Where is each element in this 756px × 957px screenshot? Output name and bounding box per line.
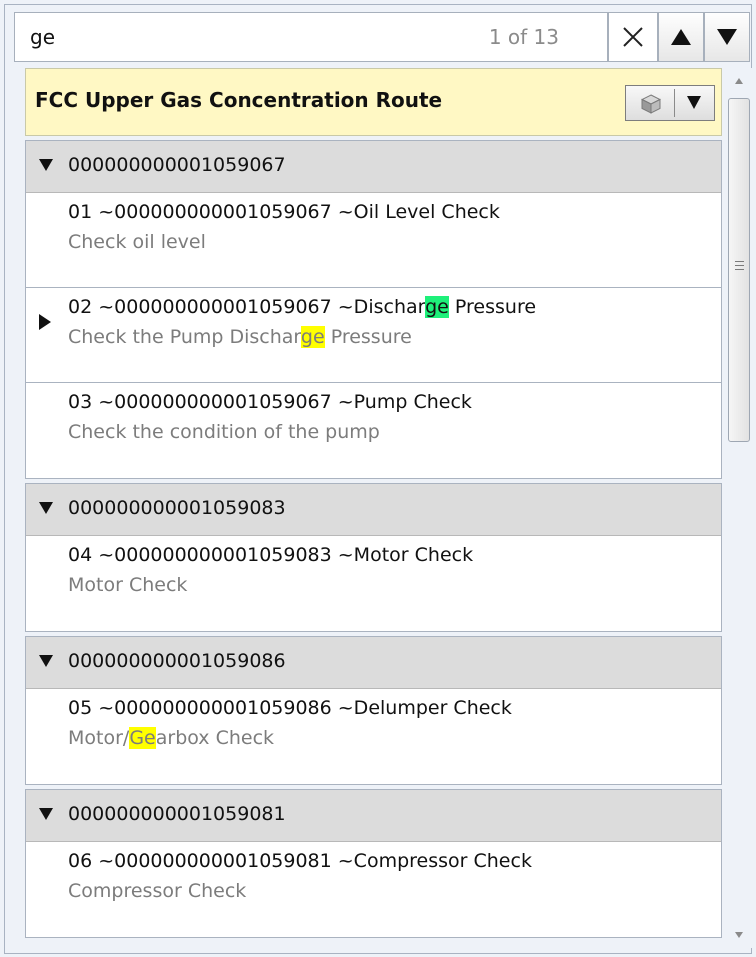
list-item-current[interactable]: 02 ~000000000001059067 ~Discharge Pressu… [26,288,721,383]
step-description: Check the Pump Discharge Pressure [68,326,412,348]
step-description: Motor/Gearbox Check [68,727,274,749]
current-match-highlight: ge [425,296,449,318]
list-item[interactable]: 01 ~000000000001059067 ~Oil Level Check … [26,193,721,288]
collapse-triangle-icon[interactable] [38,654,54,668]
group-name: 000000000001059083 [68,497,286,519]
collapse-triangle-icon[interactable] [38,501,54,515]
list-item[interactable]: 05 ~000000000001059086 ~Delumper Check M… [26,689,721,784]
step-description-part: Check the Pump Dischar [68,326,301,348]
step-title-part: 02 ~000000000001059067 ~Dischar [68,296,426,318]
group-header[interactable]: 000000000001059083 [26,484,721,536]
step-title: 01 ~000000000001059067 ~Oil Level Check [68,201,500,223]
scrollbar-thumb[interactable] [728,98,750,442]
current-item-arrow-icon [39,314,51,330]
step-title: 04 ~000000000001059083 ~Motor Check [68,544,474,566]
search-box: 1 of 13 [14,12,608,62]
route-options-button[interactable] [625,85,715,121]
list-item[interactable]: 04 ~000000000001059083 ~Motor Check Moto… [26,536,721,631]
group-header[interactable]: 000000000001059086 [26,637,721,689]
step-description: Motor Check [68,574,188,596]
arrow-down-icon [717,29,737,45]
group-header[interactable]: 000000000001059081 [26,790,721,842]
step-title-part: Pressure [448,296,537,318]
button-separator [674,89,675,117]
group-name: 000000000001059086 [68,650,286,672]
collapse-triangle-icon[interactable] [38,807,54,821]
step-title: 06 ~000000000001059081 ~Compressor Check [68,850,532,872]
scroll-down-arrow-icon[interactable] [734,930,744,940]
group-name: 000000000001059081 [68,803,286,825]
equipment-group: 000000000001059067 01 ~00000000000105906… [25,140,722,479]
match-count: 1 of 13 [488,25,559,49]
step-description-part: Pressure [324,326,412,348]
route-title: FCC Upper Gas Concentration Route [35,88,443,112]
list-item[interactable]: 06 ~000000000001059081 ~Compressor Check… [26,842,721,937]
step-description-part: arbox Check [155,727,275,749]
equipment-group: 000000000001059083 04 ~00000000000105908… [25,483,722,632]
arrow-up-icon [671,29,691,45]
route-list: FCC Upper Gas Concentration Route 000000… [25,68,722,948]
equipment-group: 000000000001059086 05 ~00000000000105908… [25,636,722,785]
close-icon [623,27,643,47]
previous-match-button[interactable] [658,12,704,62]
cube-icon [641,94,661,114]
next-match-button[interactable] [704,12,750,62]
equipment-group: 000000000001059081 06 ~00000000000105908… [25,789,722,938]
scroll-up-arrow-icon[interactable] [734,76,744,86]
group-name: 000000000001059067 [68,154,286,176]
step-description: Check the condition of the pump [68,421,380,443]
route-header[interactable]: FCC Upper Gas Concentration Route [25,68,722,136]
clear-search-button[interactable] [608,12,658,62]
step-description: Check oil level [68,231,206,253]
step-description-part: Motor/ [68,727,130,749]
step-title: 02 ~000000000001059067 ~Discharge Pressu… [68,296,536,318]
list-item[interactable]: 03 ~000000000001059067 ~Pump Check Check… [26,383,721,478]
step-description: Compressor Check [68,880,247,902]
match-highlight: Ge [129,727,156,749]
collapse-triangle-icon[interactable] [38,158,54,172]
search-input[interactable] [30,13,410,61]
vertical-scrollbar[interactable] [726,68,752,948]
step-title: 03 ~000000000001059067 ~Pump Check [68,391,472,413]
group-header[interactable]: 000000000001059067 [26,141,721,193]
match-highlight: ge [300,326,325,348]
step-title: 05 ~000000000001059086 ~Delumper Check [68,697,512,719]
grip-icon [735,261,744,273]
dropdown-arrow-icon[interactable] [684,92,704,112]
